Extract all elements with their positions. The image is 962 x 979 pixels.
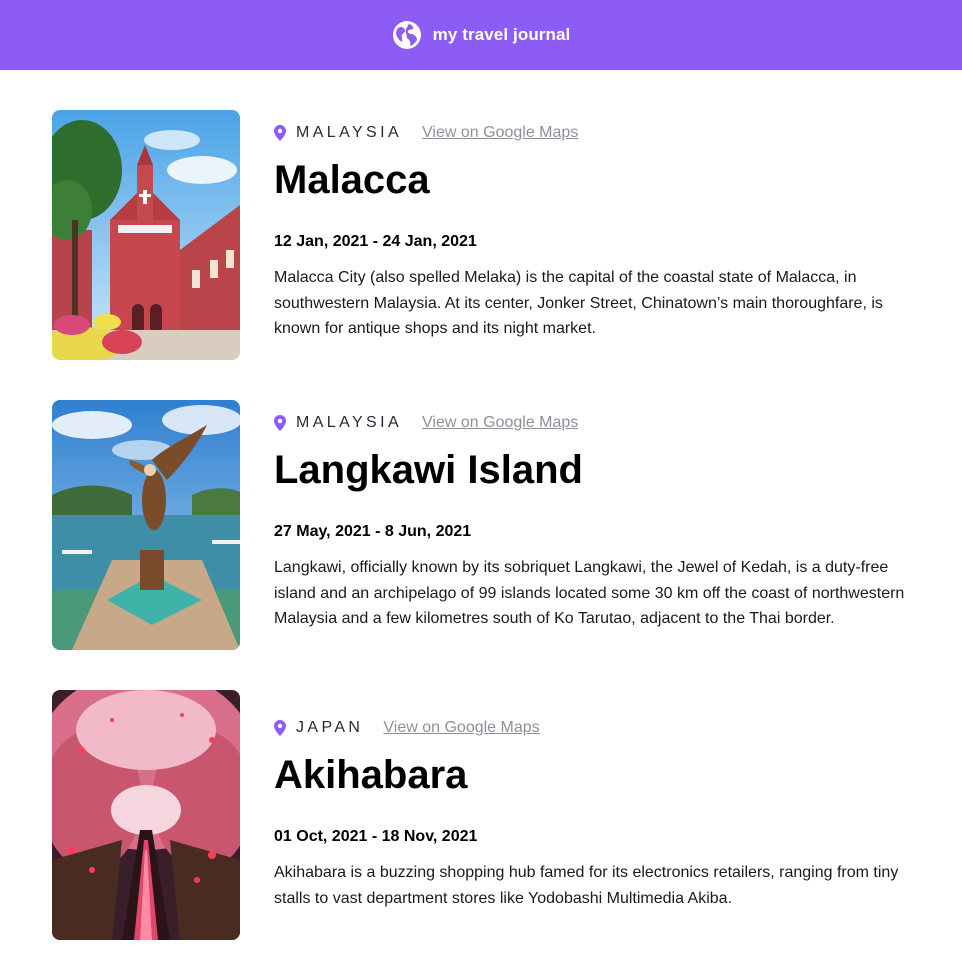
entry-country: JAPAN: [296, 719, 364, 736]
journal-entry: MALAYSIA View on Google Maps Langkawi Is…: [52, 400, 962, 650]
google-maps-link[interactable]: View on Google Maps: [422, 414, 578, 432]
entry-photo: [52, 110, 240, 360]
google-maps-link[interactable]: View on Google Maps: [422, 124, 578, 142]
entry-description: Malacca City (also spelled Melaka) is th…: [274, 269, 883, 337]
entry-title: Akihabara: [274, 753, 468, 797]
entry-title: Langkawi Island: [274, 448, 583, 492]
location-row: MALAYSIA View on Google Maps: [274, 412, 914, 434]
globe-icon: [392, 20, 422, 50]
entry-description: Akihabara is a buzzing shopping hub fame…: [274, 864, 899, 907]
entry-dates: 27 May, 2021 - 8 Jun, 2021: [274, 523, 472, 540]
entry-description: Langkawi, officially known by its sobriq…: [274, 559, 905, 627]
entry-country: MALAYSIA: [296, 414, 403, 431]
entry-dates: 01 Oct, 2021 - 18 Nov, 2021: [274, 828, 478, 845]
location-row: MALAYSIA View on Google Maps: [274, 122, 914, 144]
entry-title: Malacca: [274, 158, 430, 202]
journal-entry: MALAYSIA View on Google Maps Malacca 12 …: [52, 110, 962, 360]
entry-dates: 12 Jan, 2021 - 24 Jan, 2021: [274, 233, 477, 250]
google-maps-link[interactable]: View on Google Maps: [383, 719, 539, 737]
entry-photo: [52, 690, 240, 940]
entry-photo: [52, 400, 240, 650]
entry-info: MALAYSIA View on Google Maps Malacca 12 …: [274, 110, 914, 360]
location-row: JAPAN View on Google Maps: [274, 717, 914, 739]
entry-info: JAPAN View on Google Maps Akihabara 01 O…: [274, 690, 914, 940]
location-pin-icon: [274, 125, 286, 141]
navbar: my travel journal: [0, 0, 962, 70]
location-pin-icon: [274, 415, 286, 431]
journal-entry: JAPAN View on Google Maps Akihabara 01 O…: [52, 690, 962, 940]
app-title: my travel journal: [432, 25, 571, 44]
journal-entries: MALAYSIA View on Google Maps Malacca 12 …: [0, 70, 962, 940]
entry-country: MALAYSIA: [296, 124, 403, 141]
location-pin-icon: [274, 720, 286, 736]
entry-info: MALAYSIA View on Google Maps Langkawi Is…: [274, 400, 914, 650]
